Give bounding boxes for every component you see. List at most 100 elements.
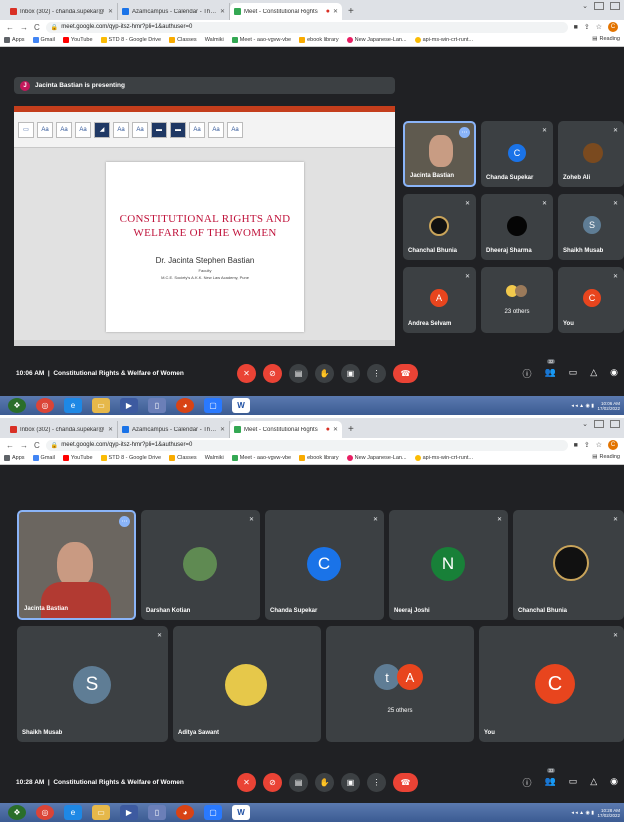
participant-tile[interactable]: ✕ N Neeraj Joshi [389,510,508,620]
more-options-icon[interactable]: ⋮ [367,772,386,792]
mic-off-icon[interactable]: ✕ [237,363,256,383]
bookmark-japanese[interactable]: New Japanese-Lan... [346,37,407,43]
chevron-down-icon[interactable]: ⌄ [582,2,588,10]
back-icon[interactable]: ← [6,441,14,450]
bookmark-ebook[interactable]: ebook library [299,455,339,461]
participant-tile[interactable]: ✕ C You [479,626,624,742]
raise-hand-icon[interactable]: ✋ [315,363,334,383]
tab-gmail[interactable]: Inbox (302) - chanda.supekar@ ✕ [6,421,118,438]
close-icon[interactable]: ✕ [333,8,338,15]
tab-meet[interactable]: Meet - Constitutional Rights ● ✕ [230,3,342,20]
tab-calendar[interactable]: Azamcampus - Calendar - Thurs ✕ [118,3,230,20]
tab-gmail[interactable]: Inbox (302) - chanda.supekar@ ✕ [6,3,118,20]
bookmark-ebook[interactable]: ebook library [299,37,339,43]
bookmark-gmail[interactable]: Gmail [32,455,55,461]
window-icon[interactable]: ▢ [204,805,222,820]
participant-tile[interactable]: t A 25 others [326,626,474,742]
bookmark-apps[interactable]: Apps [4,37,25,43]
minimize-button[interactable] [594,2,604,10]
activities-icon[interactable]: △ [590,776,597,789]
url-input[interactable]: 🔒 meet.google.com/qyp-itsz-hmr?pli=1&auth… [45,439,568,451]
bookmark-apps[interactable]: Apps [4,455,25,461]
folder-icon[interactable]: ▭ [92,805,110,820]
forward-icon[interactable]: → [20,441,28,450]
camera-off-icon[interactable]: ⊘ [263,363,282,383]
maximize-button[interactable] [610,420,620,428]
window-icon[interactable]: ▢ [204,398,222,413]
reload-icon[interactable]: C [34,23,40,32]
bookmark-youtube[interactable]: YouTube [62,455,93,461]
start-icon[interactable]: ❖ [8,398,26,413]
bookmark-youtube[interactable]: YouTube [62,37,93,43]
participant-tile[interactable]: ✕ C Chanda Supekar [265,510,384,620]
participant-tile[interactable]: Aditya Sawant [173,626,321,742]
shield-icon[interactable]: ◉ [610,776,618,789]
close-icon[interactable]: ✕ [220,426,225,433]
participant-tile[interactable]: ⋯ Jacinta Bastian [17,510,136,620]
mic-off-icon[interactable]: ✕ [237,772,256,792]
participant-tile[interactable]: ✕ C You [558,267,624,333]
people-icon[interactable]: 👥 33 [544,767,556,789]
bookmark-drive[interactable]: STD 8 - Google Drive [100,37,161,43]
participant-tile[interactable]: ✕ A Andrea Selvam [403,267,476,333]
end-call-button[interactable]: ☎ [393,363,418,383]
participant-tile[interactable]: ⋯ Jacinta Bastian [403,121,476,187]
star-icon[interactable]: ☆ [596,23,602,31]
participant-tile[interactable]: ✕ Dheeraj Sharma [481,194,553,260]
start-icon[interactable]: ❖ [8,805,26,820]
chrome-icon[interactable]: ◎ [36,805,54,820]
close-icon[interactable]: ✕ [333,426,338,433]
captions-icon[interactable]: ▤ [289,363,308,383]
bookmark-classes[interactable]: Classes [169,37,197,43]
media-icon[interactable]: ▶ [120,398,138,413]
present-icon[interactable]: ▣ [341,363,360,383]
bookmark-api[interactable]: api-ms-win-crt-runt... [414,455,473,461]
participant-tile[interactable]: ✕ S Shaikh Musab [558,194,624,260]
tab-meet[interactable]: Meet - Constitutional Rights ● ✕ [230,421,342,438]
info-icon[interactable]: ⓘ [522,776,531,789]
more-options-icon[interactable]: ⋯ [119,516,130,527]
maximize-button[interactable] [610,2,620,10]
reload-icon[interactable]: C [34,441,40,450]
participant-tile[interactable]: ✕ Chanchal Bhunia [513,510,624,620]
word-icon[interactable]: W [232,398,250,413]
app-icon[interactable]: ▯ [148,398,166,413]
share-icon[interactable]: ⇪ [584,441,590,449]
participant-tile[interactable]: ✕ Zoheb Ali [558,121,624,187]
bookmark-drive[interactable]: STD 8 - Google Drive [100,455,161,461]
participant-tile[interactable]: ✕ Darshan Kotian [141,510,260,620]
bookmark-api[interactable]: api-ms-win-crt-runt... [414,37,473,43]
bookmark-walmiki[interactable]: Walmiki [205,455,224,461]
close-icon[interactable]: ✕ [108,426,113,433]
chevron-down-icon[interactable]: ⌄ [582,420,588,428]
reading-list[interactable]: ▤ Reading [592,454,620,460]
info-icon[interactable]: ⓘ [522,367,531,380]
captions-icon[interactable]: ▤ [289,772,308,792]
participant-tile[interactable]: ✕ S Shaikh Musab [17,626,168,742]
bookmark-meet[interactable]: Meet - aao-vgvw-vbe [231,455,291,461]
bookmark-meet[interactable]: Meet - aao-vgvw-vbe [231,37,291,43]
bookmark-gmail[interactable]: Gmail [32,37,55,43]
participant-tile[interactable]: 23 others [481,267,553,333]
profile-avatar[interactable]: C [608,440,618,450]
ie-icon[interactable]: e [64,398,82,413]
present-icon[interactable]: ▣ [341,772,360,792]
chat-icon[interactable]: ▭ [569,367,578,380]
url-input[interactable]: 🔒 meet.google.com/qyp-itsz-hmr?pli=1&auth… [45,21,568,33]
more-options-icon[interactable]: ⋯ [459,127,470,138]
reading-list[interactable]: ▤ Reading [592,36,620,42]
bookmark-classes[interactable]: Classes [169,455,197,461]
ie-icon[interactable]: e [64,805,82,820]
tab-calendar[interactable]: Azamcampus - Calendar - Thurs ✕ [118,421,230,438]
camera-icon[interactable]: ■ [574,442,578,449]
chat-icon[interactable]: ▭ [569,776,578,789]
word-icon[interactable]: W [232,805,250,820]
new-tab-button[interactable]: + [342,3,360,20]
participant-tile[interactable]: ✕ Chanchal Bhunia [403,194,476,260]
end-call-button[interactable]: ☎ [393,772,418,792]
raise-hand-icon[interactable]: ✋ [315,772,334,792]
camera-icon[interactable]: ■ [574,24,578,31]
bookmark-japanese[interactable]: New Japanese-Lan... [346,455,407,461]
chrome-icon[interactable]: ◎ [36,398,54,413]
profile-avatar[interactable]: C [608,22,618,32]
